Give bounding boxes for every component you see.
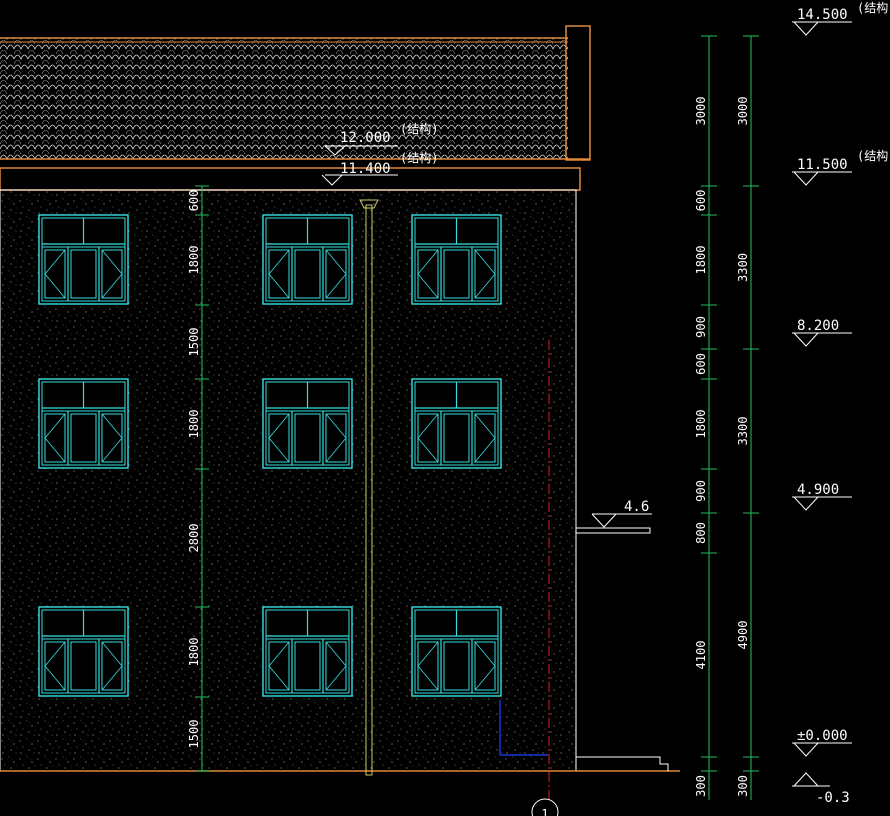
eave-level-marker bbox=[321, 174, 343, 186]
outer-dim-text: 300 bbox=[736, 775, 750, 797]
struct-note-1: (结构) bbox=[400, 121, 438, 136]
roof bbox=[0, 25, 591, 191]
window bbox=[38, 378, 129, 469]
inner-dim-text: 300 bbox=[694, 775, 708, 797]
inner-dim-text: 900 bbox=[694, 480, 708, 502]
outer-dim-text: 3300 bbox=[736, 417, 750, 446]
struct-note-2: (结构) bbox=[400, 150, 438, 165]
inner-dim-text: 3000 bbox=[694, 97, 708, 126]
left-dim-text: 1800 bbox=[187, 246, 201, 275]
left-dim-text: 2800 bbox=[187, 524, 201, 553]
level-markers: 14.500 11.500 8.200 4.900 ±0.000 -0.3 (结构 (结构 bbox=[792, 0, 888, 806]
level-marker: 8.200 bbox=[792, 318, 852, 347]
level-marker: 14.500 bbox=[792, 7, 852, 36]
inner-dim-text: 600 bbox=[694, 353, 708, 375]
canopy-level-marker bbox=[591, 513, 617, 528]
level-note: (结构 bbox=[857, 0, 888, 15]
left-dim-text: 1800 bbox=[187, 410, 201, 439]
level-marker: 4.900 bbox=[792, 482, 852, 511]
left-dim-text: 1800 bbox=[187, 638, 201, 667]
window bbox=[262, 378, 353, 469]
level-text: 14.500 bbox=[797, 7, 848, 23]
windows-group bbox=[38, 214, 502, 697]
level-text: 8.200 bbox=[797, 318, 839, 334]
level-triangle bbox=[793, 496, 819, 511]
window bbox=[38, 606, 129, 697]
canopy-level-text: 4.6 bbox=[624, 499, 649, 515]
level-text: 11.500 bbox=[797, 157, 848, 173]
window bbox=[262, 606, 353, 697]
roof-tiles bbox=[0, 38, 568, 159]
level-text: -0.3 bbox=[816, 790, 850, 806]
level-text: ±0.000 bbox=[797, 728, 848, 744]
window bbox=[411, 606, 502, 697]
level-triangle bbox=[793, 742, 819, 757]
outer-dim-text: 3000 bbox=[736, 97, 750, 126]
ridge-level-text: 12.000 bbox=[340, 130, 391, 146]
level-triangle bbox=[793, 21, 819, 36]
level-triangle bbox=[793, 332, 819, 347]
outer-dim-text: 4900 bbox=[736, 621, 750, 650]
level-text: 4.900 bbox=[797, 482, 839, 498]
outer-dim-text: 3300 bbox=[736, 253, 750, 282]
left-dim-text: 1500 bbox=[187, 328, 201, 357]
inner-dim-text: 800 bbox=[694, 522, 708, 544]
canopy-slab bbox=[575, 527, 651, 534]
inner-dim-text: 4100 bbox=[694, 641, 708, 670]
level-marker: -0.3 bbox=[792, 772, 850, 806]
axis-label: 1 bbox=[541, 807, 548, 816]
window bbox=[262, 214, 353, 305]
level-marker: 11.500 bbox=[792, 157, 852, 186]
canopy-label-group: 4.6 bbox=[591, 499, 652, 528]
window bbox=[411, 214, 502, 305]
elevation-drawing: 600180015001800280018001500 300060018009… bbox=[0, 0, 888, 816]
level-triangle bbox=[793, 772, 819, 787]
right-dimension-chains: 3000 600 1800 900 600 1800 900 800 4100 300 3000 33… bbox=[694, 35, 759, 800]
inner-dim-text: 600 bbox=[694, 190, 708, 212]
level-triangle bbox=[793, 171, 819, 186]
left-dim-text: 600 bbox=[187, 190, 201, 212]
inner-dim-text: 1800 bbox=[694, 246, 708, 275]
level-note: (结构 bbox=[857, 148, 888, 163]
inner-dim-text: 900 bbox=[694, 316, 708, 338]
eave-board bbox=[0, 167, 581, 191]
window bbox=[411, 378, 502, 469]
axis-bubble: 1 bbox=[531, 798, 559, 816]
window bbox=[38, 214, 129, 305]
inner-dim-text: 1800 bbox=[694, 410, 708, 439]
eave-level-text: 11.400 bbox=[340, 161, 391, 177]
level-marker: ±0.000 bbox=[792, 728, 852, 757]
entry-steps bbox=[576, 756, 669, 771]
left-dim-text: 1500 bbox=[187, 720, 201, 749]
parapet bbox=[565, 25, 591, 161]
